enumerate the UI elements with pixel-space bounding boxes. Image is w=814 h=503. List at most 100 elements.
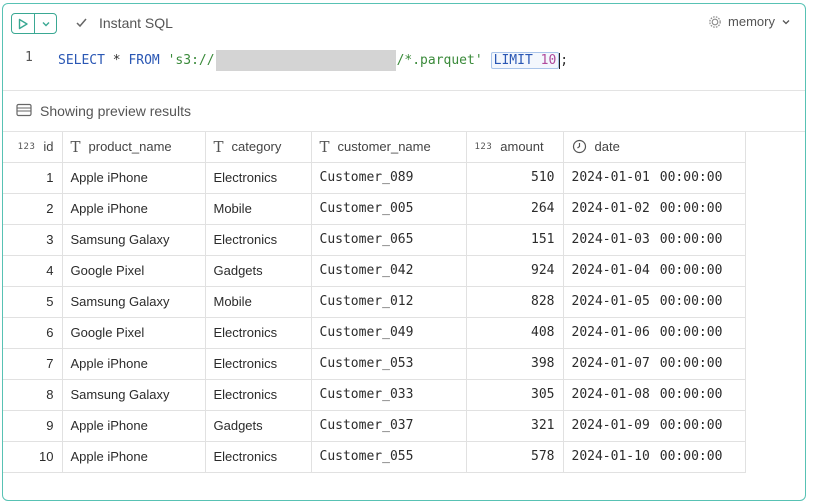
keyword-from: FROM [128, 53, 160, 68]
time-part: 00:00:00 [659, 449, 723, 464]
cell-customer-name[interactable]: Customer_005 [310, 192, 467, 225]
cell-product-name[interactable]: Samsung Galaxy [61, 223, 206, 256]
cell-category[interactable]: Gadgets [204, 409, 312, 442]
cell-id[interactable]: 9 [3, 409, 63, 442]
cell-id[interactable]: 10 [3, 440, 63, 473]
run-options-button[interactable] [35, 14, 56, 33]
cell-date[interactable]: 2024-01-01 00:00:00 [562, 161, 746, 194]
table-icon [16, 103, 32, 117]
cell-amount[interactable]: 151 [465, 223, 564, 256]
table-row[interactable]: 3 Samsung Galaxy Electronics Customer_065 15… [3, 223, 746, 256]
table-row[interactable]: 4 Google Pixel Gadgets Customer_042 924 2024-… [3, 254, 746, 287]
cell-customer-name[interactable]: Customer_037 [310, 409, 467, 442]
table-row[interactable]: 1 Apple iPhone Electronics Customer_089 510 2… [3, 161, 746, 194]
cell-product-name[interactable]: Apple iPhone [61, 409, 206, 442]
cell-date[interactable]: 2024-01-05 00:00:00 [562, 285, 746, 318]
cell-category[interactable]: Mobile [204, 285, 312, 318]
cell-category[interactable]: Electronics [204, 440, 312, 473]
cell-date[interactable]: 2024-01-10 00:00:00 [562, 440, 746, 473]
run-button[interactable] [12, 14, 36, 33]
table-row[interactable]: 5 Samsung Galaxy Mobile Customer_012 828 2024… [3, 285, 746, 318]
cell-product-name[interactable]: Google Pixel [61, 254, 206, 287]
cell-amount[interactable]: 398 [465, 347, 564, 380]
number-type-icon: 123 [474, 141, 493, 152]
column-header-product-name[interactable]: Tproduct_name [61, 132, 206, 163]
table-row[interactable]: 2 Apple iPhone Mobile Customer_005 264 2024-0… [3, 192, 746, 225]
cell-category[interactable]: Electronics [204, 378, 312, 411]
date-part: 2024-01-09 [571, 418, 650, 433]
cell-amount[interactable]: 408 [465, 316, 564, 349]
database-selector[interactable]: memory [708, 14, 791, 29]
cell-customer-name[interactable]: Customer_033 [310, 378, 467, 411]
cell-product-name[interactable]: Samsung Galaxy [61, 285, 206, 318]
cell-product-name[interactable]: Apple iPhone [61, 347, 206, 380]
cell-customer-name[interactable]: Customer_089 [310, 161, 467, 194]
date-part: 2024-01-02 [571, 201, 650, 216]
cell-product-name[interactable]: Apple iPhone [61, 440, 206, 473]
cell-id[interactable]: 4 [3, 254, 63, 287]
cell-amount[interactable]: 924 [465, 254, 564, 287]
cell-customer-name[interactable]: Customer_042 [310, 254, 467, 287]
status-text: Showing preview results [40, 103, 191, 119]
sql-editor[interactable]: 1 SELECT * FROM 's3:// /*.parquet' LIMIT… [3, 42, 805, 90]
cell-date[interactable]: 2024-01-08 00:00:00 [562, 378, 746, 411]
table-row[interactable]: 8 Samsung Galaxy Electronics Customer_033 30… [3, 378, 746, 411]
cell-date[interactable]: 2024-01-06 00:00:00 [562, 316, 746, 349]
cell-product-name[interactable]: Samsung Galaxy [61, 378, 206, 411]
date-part: 2024-01-05 [571, 294, 650, 309]
time-part: 00:00:00 [659, 325, 723, 340]
chevron-down-icon [42, 21, 50, 26]
cell-category[interactable]: Electronics [204, 223, 312, 256]
table-row[interactable]: 6 Google Pixel Electronics Customer_049 408 2… [3, 316, 746, 349]
cell-date[interactable]: 2024-01-02 00:00:00 [562, 192, 746, 225]
instant-sql-toggle[interactable]: Instant SQL [99, 15, 173, 31]
cell-category[interactable]: Electronics [204, 161, 312, 194]
text-type-icon: T [319, 137, 330, 156]
time-part: 00:00:00 [659, 294, 723, 309]
cell-category[interactable]: Electronics [204, 316, 312, 349]
cell-customer-name[interactable]: Customer_065 [310, 223, 467, 256]
cell-id[interactable]: 7 [3, 347, 63, 380]
cell-product-name[interactable]: Google Pixel [61, 316, 206, 349]
cell-amount[interactable]: 264 [465, 192, 564, 225]
date-part: 2024-01-06 [571, 325, 650, 340]
cell-date[interactable]: 2024-01-03 00:00:00 [562, 223, 746, 256]
cell-date[interactable]: 2024-01-04 00:00:00 [562, 254, 746, 287]
column-header-id[interactable]: 123 id [3, 132, 63, 163]
cell-id[interactable]: 8 [3, 378, 63, 411]
cell-id[interactable]: 5 [3, 285, 63, 318]
cell-product-name[interactable]: Apple iPhone [61, 192, 206, 225]
cell-category[interactable]: Mobile [204, 192, 312, 225]
cell-customer-name[interactable]: Customer_049 [310, 316, 467, 349]
redacted-bucket-path [215, 50, 396, 71]
cell-id[interactable]: 6 [3, 316, 63, 349]
cell-amount[interactable]: 828 [465, 285, 564, 318]
cell-amount[interactable]: 578 [465, 440, 564, 473]
cell-date[interactable]: 2024-01-09 00:00:00 [562, 409, 746, 442]
semicolon: ; [560, 53, 569, 68]
cell-customer-name[interactable]: Customer_053 [310, 347, 467, 380]
cell-id[interactable]: 1 [3, 161, 63, 194]
column-header-customer-name[interactable]: Tcustomer_name [310, 132, 467, 163]
column-header-category[interactable]: Tcategory [204, 132, 312, 163]
cell-date[interactable]: 2024-01-07 00:00:00 [562, 347, 746, 380]
cell-customer-name[interactable]: Customer_012 [310, 285, 467, 318]
cell-amount[interactable]: 510 [465, 161, 564, 194]
cell-amount[interactable]: 321 [465, 409, 564, 442]
table-row[interactable]: 7 Apple iPhone Electronics Customer_053 398 2… [3, 347, 746, 380]
time-part: 00:00:00 [659, 232, 723, 247]
gear-icon [709, 15, 721, 28]
cell-category[interactable]: Gadgets [204, 254, 312, 287]
cell-category[interactable]: Electronics [204, 347, 312, 380]
column-header-amount[interactable]: 123 amount [465, 132, 564, 163]
cell-amount[interactable]: 305 [465, 378, 564, 411]
cell-id[interactable]: 2 [3, 192, 63, 225]
column-header-date[interactable]: date [562, 132, 746, 163]
date-part: 2024-01-04 [571, 263, 650, 278]
cell-id[interactable]: 3 [3, 223, 63, 256]
cell-customer-name[interactable]: Customer_055 [310, 440, 467, 473]
table-row[interactable]: 9 Apple iPhone Gadgets Customer_037 321 2024-… [3, 409, 746, 442]
table-row[interactable]: 10 Apple iPhone Electronics Customer_055 578… [3, 440, 746, 473]
sql-query[interactable]: SELECT * FROM 's3:// /*.parquet' LIMIT 1… [58, 50, 568, 71]
cell-product-name[interactable]: Apple iPhone [61, 161, 206, 194]
